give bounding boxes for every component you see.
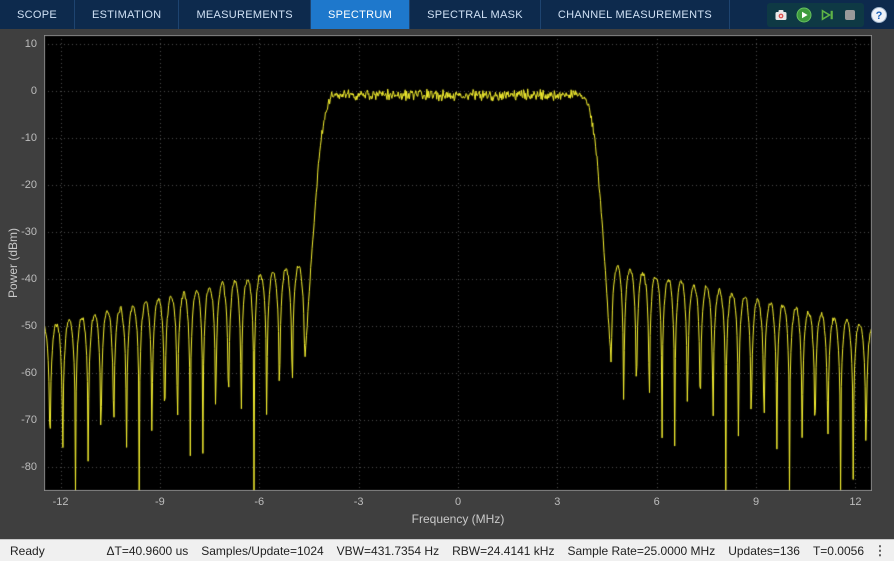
stop-button[interactable] (841, 6, 859, 24)
simulation-controls: ? (767, 0, 894, 29)
x-tick-label: 6 (654, 496, 660, 508)
y-tick-label: -20 (0, 179, 37, 191)
tab-spectral-mask[interactable]: SPECTRAL MASK (410, 0, 541, 29)
y-tick-label: -10 (0, 132, 37, 144)
y-axis-label: Power (dBm) (6, 228, 20, 298)
y-tick-label: -80 (0, 461, 37, 473)
help-button[interactable]: ? (870, 6, 888, 24)
toolbar-tabs: SCOPE ESTIMATION MEASUREMENTS SPECTRUM S… (0, 0, 730, 29)
x-tick-label: -3 (354, 496, 364, 508)
tab-channel-measurements[interactable]: CHANNEL MEASUREMENTS (541, 0, 730, 29)
step-forward-button[interactable] (818, 6, 836, 24)
status-vbw: VBW=431.7354 Hz (337, 544, 439, 558)
snapshot-button[interactable] (772, 6, 790, 24)
y-tick-label: 0 (0, 85, 37, 97)
x-tick-label: -12 (53, 496, 69, 508)
status-stats: ΔT=40.9600 us Samples/Update=1024 VBW=43… (107, 544, 865, 558)
x-tick-label: 12 (849, 496, 861, 508)
plot-area: -12-9-6-3036912100-10-20-30-40-50-60-70-… (0, 29, 894, 539)
play-circle-icon (796, 7, 812, 23)
svg-text:?: ? (876, 10, 883, 22)
x-tick-label: 3 (554, 496, 560, 508)
snapshot-icon (773, 7, 789, 23)
x-tick-label: -6 (254, 496, 264, 508)
run-button[interactable] (795, 6, 813, 24)
tab-measurements[interactable]: MEASUREMENTS (179, 0, 311, 29)
y-tick-label: 10 (0, 38, 37, 50)
status-delta-t: ΔT=40.9600 us (107, 544, 189, 558)
y-tick-label: -70 (0, 414, 37, 426)
spectrum-plot-canvas[interactable] (44, 35, 872, 491)
status-sim-time: T=0.0056 (813, 544, 864, 558)
status-ready-text: Ready (10, 544, 45, 558)
step-forward-icon (819, 7, 835, 23)
simulation-control-group (767, 3, 864, 27)
spectrum-analyzer-window: SCOPE ESTIMATION MEASUREMENTS SPECTRUM S… (0, 0, 894, 561)
tab-estimation[interactable]: ESTIMATION (75, 0, 179, 29)
tab-spectrum[interactable]: SPECTRUM (311, 0, 410, 29)
toolbar: SCOPE ESTIMATION MEASUREMENTS SPECTRUM S… (0, 0, 894, 29)
status-sample-rate: Sample Rate=25.0000 MHz (567, 544, 715, 558)
y-tick-label: -50 (0, 320, 37, 332)
status-samples-per-update: Samples/Update=1024 (201, 544, 323, 558)
overflow-menu-icon[interactable]: ⋮ (872, 543, 888, 559)
y-tick-label: -60 (0, 367, 37, 379)
tab-scope[interactable]: SCOPE (0, 0, 75, 29)
status-updates: Updates=136 (728, 544, 800, 558)
x-tick-label: -9 (155, 496, 165, 508)
x-tick-label: 9 (753, 496, 759, 508)
status-bar: Ready ΔT=40.9600 us Samples/Update=1024 … (0, 539, 894, 561)
x-axis-label: Frequency (MHz) (412, 512, 505, 526)
help-icon: ? (870, 6, 888, 24)
status-rbw: RBW=24.4141 kHz (452, 544, 554, 558)
stop-icon (842, 7, 858, 23)
x-tick-label: 0 (455, 496, 461, 508)
